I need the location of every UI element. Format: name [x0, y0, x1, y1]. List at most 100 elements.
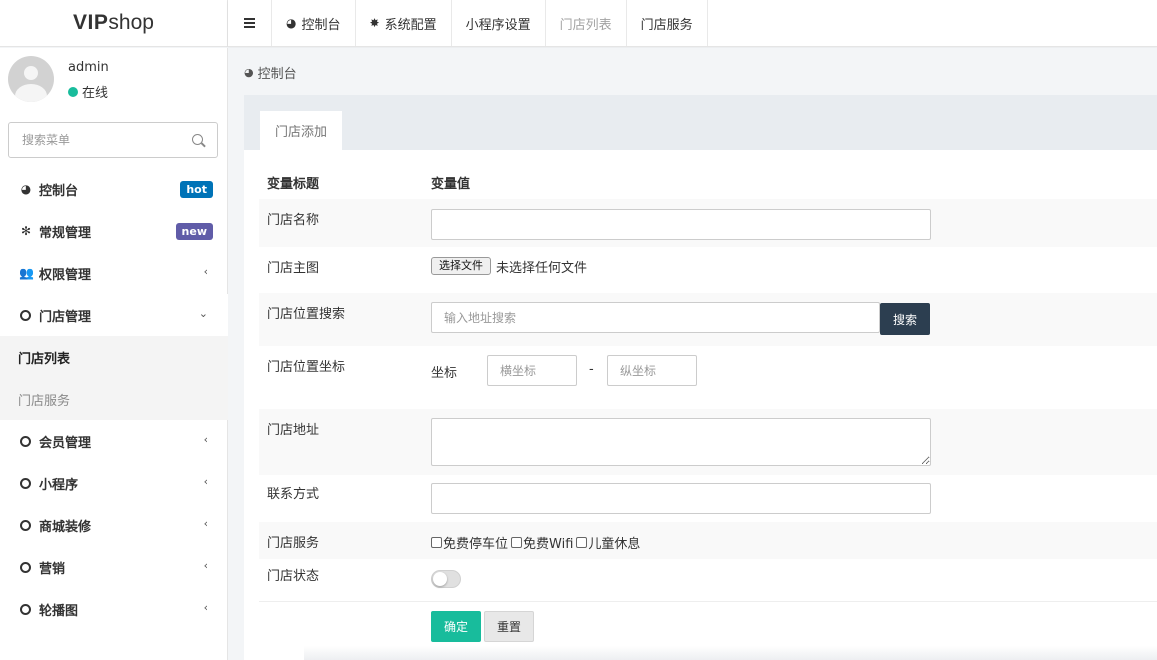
confirm-button[interactable]: 确定 [431, 611, 481, 642]
breadcrumb: ◕ 控制台 [244, 63, 297, 82]
checkbox-label: 免费Wifi [523, 537, 574, 552]
sidebar-item-label: 轮播图 [39, 603, 79, 619]
sidebar-menu: ◕ 控制台 hot ✻ 常规管理 new 👥 权限管理 ‹ 门店管理 ⌄ 门店列… [0, 168, 228, 630]
tab-label: 系统配置 [384, 17, 437, 33]
tab-label: 门店列表 [559, 17, 612, 33]
top-navbar: ◕ 控制台 ✸ 系统配置 小程序设置 门店列表 门店服务 [228, 0, 1157, 47]
sidebar-item-decoration[interactable]: 商城装修 ‹ [0, 504, 228, 546]
address-textarea[interactable] [431, 418, 931, 466]
sidebar-item-label: 会员管理 [39, 435, 92, 451]
circle-icon [20, 309, 31, 321]
user-name: admin [68, 60, 109, 75]
choose-file-button[interactable]: 选择文件 [431, 257, 491, 275]
checkbox-label: 儿童休息 [588, 537, 641, 552]
contact-input[interactable] [431, 483, 931, 514]
sidebar-item-store-management[interactable]: 门店管理 ⌄ [0, 294, 228, 336]
service-checkboxes: 免费停车位 免费Wifi 儿童休息 [431, 533, 640, 552]
circle-icon [20, 519, 31, 531]
tab-label: 控制台 [301, 17, 341, 33]
sidebar-item-permissions[interactable]: 👥 权限管理 ‹ [0, 252, 228, 294]
chevron-left-icon: ‹ [203, 559, 208, 572]
cogs-icon: ✻ [20, 224, 32, 238]
checkbox-parking[interactable] [431, 537, 442, 548]
sidebar-item-marketing[interactable]: 营销 ‹ [0, 546, 228, 588]
checkbox-wifi[interactable] [511, 537, 523, 548]
latitude-input[interactable] [607, 355, 697, 386]
avatar [8, 56, 54, 102]
file-status: 未选择任何文件 [496, 261, 588, 276]
user-status: 在线 [68, 82, 108, 101]
logo[interactable]: VIP shop [0, 0, 228, 47]
field-label: 门店位置搜索 [267, 307, 346, 322]
chevron-left-icon: ‹ [203, 433, 208, 446]
tab-dashboard[interactable]: ◕ 控制台 [272, 0, 356, 46]
sidebar-item-miniprogram[interactable]: 小程序 ‹ [0, 462, 228, 504]
chevron-left-icon: ‹ [203, 265, 208, 278]
field-label: 门店地址 [267, 423, 320, 438]
search-icon[interactable] [192, 134, 203, 145]
store-form: 变量标题 变量值 门店名称 门店主图 选择文件 未选择任何文件 门店位置搜索 输… [259, 165, 1157, 652]
circle-icon [20, 435, 31, 447]
location-search-button[interactable]: 搜索 [880, 303, 930, 335]
dashboard-icon: ◕ [244, 66, 254, 79]
logo-light: shop [108, 11, 154, 34]
hot-badge: hot [180, 181, 213, 198]
field-label: 门店服务 [267, 536, 320, 551]
sidebar-item-general[interactable]: ✻ 常规管理 new [0, 210, 228, 252]
status-toggle[interactable] [431, 570, 461, 588]
group-icon: 👥 [19, 266, 34, 280]
form-row-services: 门店服务 免费停车位 免费Wifi 儿童休息 [259, 522, 1157, 559]
sidebar-item-label: 商城装修 [39, 519, 92, 535]
sidebar-toggle-button[interactable] [228, 0, 272, 46]
dashboard-icon: ◕ [286, 16, 297, 30]
longitude-input[interactable] [487, 355, 577, 386]
user-panel: admin 在线 [0, 48, 227, 112]
chevron-left-icon: ‹ [203, 517, 208, 530]
new-badge: new [175, 223, 213, 240]
tab-miniprogram-settings[interactable]: 小程序设置 [452, 0, 546, 46]
sidebar-item-label: 门店管理 [39, 309, 92, 325]
sidebar: admin 在线 ◕ 控制台 hot ✻ 常规管理 new 👥 权限管理 ‹ 门… [0, 48, 228, 660]
circle-icon [20, 477, 31, 489]
sidebar-item-label: 小程序 [39, 477, 79, 493]
menu-icon [244, 18, 255, 28]
form-row-store-name: 门店名称 [259, 199, 1157, 247]
main-content: ◕ 控制台 门店添加 变量标题 变量值 门店名称 门店主图 选择文件 未选择任何 [228, 48, 1157, 660]
reset-button[interactable]: 重置 [484, 611, 534, 642]
field-label: 门店主图 [267, 261, 320, 276]
sidebar-search-input[interactable] [9, 123, 184, 157]
tab-system-config[interactable]: ✸ 系统配置 [356, 0, 452, 46]
sidebar-item-members[interactable]: 会员管理 ‹ [0, 420, 228, 462]
location-search-input[interactable] [431, 302, 880, 333]
sidebar-subitem-store-list[interactable]: 门店列表 [0, 336, 228, 378]
sidebar-item-label: 常规管理 [39, 225, 92, 241]
checkbox-label: 免费停车位 [443, 537, 509, 552]
tab-label: 门店服务 [640, 17, 693, 33]
tab-store-service[interactable]: 门店服务 [627, 0, 708, 46]
sidebar-item-label: 控制台 [39, 183, 79, 199]
logo-bold: VIP [73, 11, 109, 34]
tab-store-add[interactable]: 门店添加 [260, 111, 343, 150]
cog-icon: ✸ [369, 16, 380, 30]
dashboard-icon: ◕ [20, 182, 32, 196]
chevron-left-icon: ‹ [203, 601, 208, 614]
field-label: 门店状态 [267, 569, 320, 584]
form-row-coordinates: 门店位置坐标 坐标 - [259, 346, 1157, 409]
online-dot-icon [68, 86, 78, 97]
header-title: 变量标题 [267, 176, 320, 192]
sidebar-item-dashboard[interactable]: ◕ 控制台 hot [0, 168, 228, 210]
store-name-input[interactable] [431, 209, 931, 240]
panel-header: 门店添加 [244, 95, 1157, 150]
form-row-address: 门店地址 [259, 409, 1157, 475]
field-label: 门店位置坐标 [267, 360, 346, 375]
form-row-location-search: 门店位置搜索 搜索 [259, 293, 1157, 346]
sidebar-subitem-store-service[interactable]: 门店服务 [0, 378, 228, 420]
sidebar-item-carousel[interactable]: 轮播图 ‹ [0, 588, 228, 630]
form-row-status: 门店状态 [259, 559, 1157, 602]
checkbox-kids-rest[interactable] [576, 537, 588, 548]
form-row-actions: 确定 重置 [259, 602, 1157, 652]
tab-store-list[interactable]: 门店列表 [546, 0, 627, 46]
sidebar-item-label: 营销 [39, 561, 66, 577]
breadcrumb-label[interactable]: 控制台 [258, 63, 297, 82]
coord-separator: - [589, 362, 594, 377]
